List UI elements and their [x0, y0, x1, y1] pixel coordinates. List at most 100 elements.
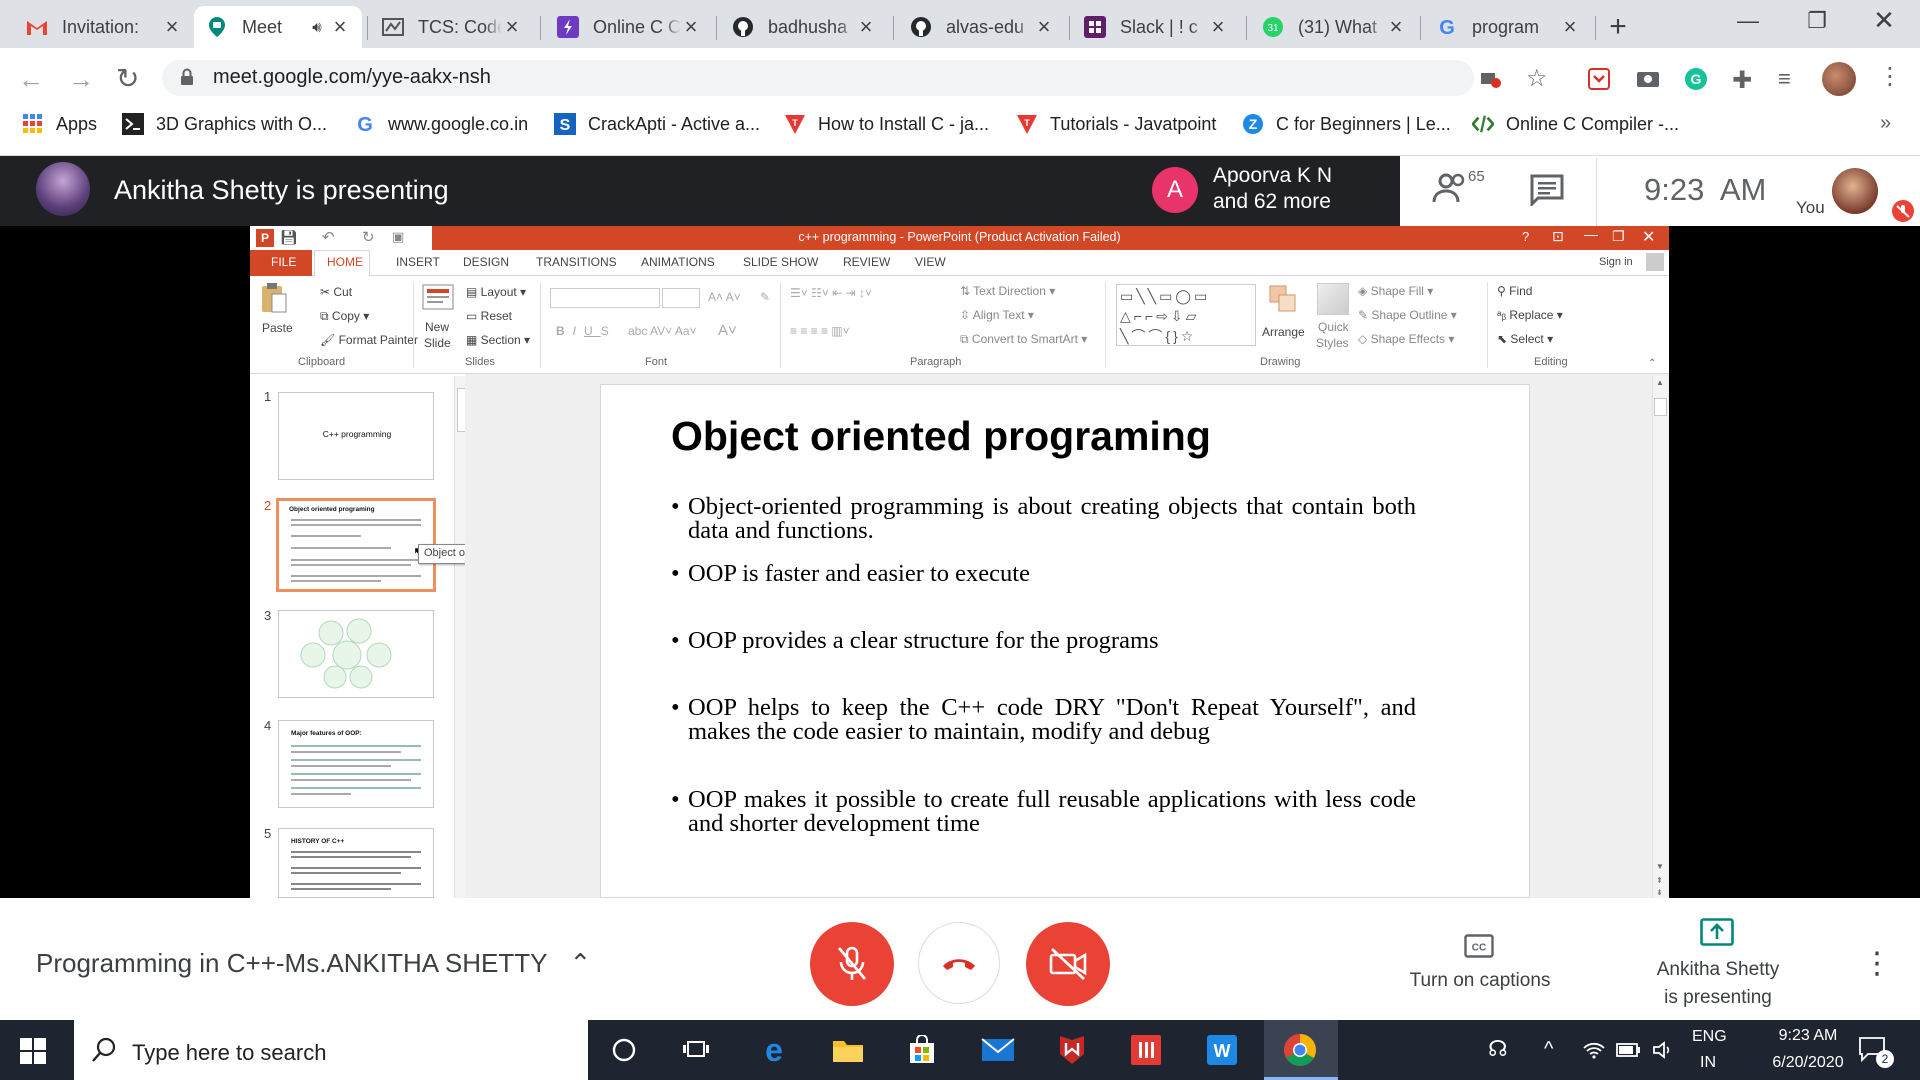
- layout-button[interactable]: ▤ Layout ▾: [466, 285, 526, 299]
- font-color-icon[interactable]: A˅: [718, 322, 737, 339]
- pocket-extension-icon[interactable]: [1588, 68, 1610, 90]
- quick-styles-label[interactable]: Quick: [1318, 320, 1349, 334]
- taskbar-time[interactable]: 9:23 AM: [1752, 1027, 1864, 1045]
- browser-tab-meet[interactable]: Meet 🔊︎ ×: [194, 6, 362, 48]
- browser-tab-google-program[interactable]: G program ×: [1424, 6, 1592, 48]
- people-icon[interactable]: [1432, 170, 1472, 206]
- scroll-down-icon[interactable]: ▼: [1656, 862, 1664, 871]
- screenshot-extension-icon[interactable]: [1636, 68, 1660, 88]
- slide-thumbnail-2[interactable]: Object oriented programing: [276, 498, 436, 592]
- menu-tab-home[interactable]: HOME: [327, 255, 363, 269]
- align-icons[interactable]: ≡ ≡ ≡ ≡ ▥˅: [790, 324, 850, 338]
- help-icon[interactable]: ?: [1522, 229, 1529, 244]
- browser-tab-whatsapp[interactable]: 31 (31) What ×: [1250, 6, 1418, 48]
- chat-icon[interactable]: [1530, 174, 1564, 206]
- replace-button[interactable]: ᵃᵦ Replace ▾: [1497, 308, 1563, 322]
- shape-outline-button[interactable]: ✎ Shape Outline ▾: [1358, 308, 1457, 322]
- account-icon[interactable]: [1646, 253, 1664, 271]
- grow-font-icon[interactable]: A˄ A˅: [708, 290, 741, 304]
- more-options-icon[interactable]: ⋮: [1862, 946, 1892, 981]
- bookmark-crackapti[interactable]: S CrackApti - Active a...: [554, 113, 760, 135]
- wifi-icon[interactable]: [1582, 1040, 1606, 1060]
- next-slide-icon[interactable]: ⇟: [1656, 888, 1663, 897]
- convert-smartart-button[interactable]: ⧉ Convert to SmartArt ▾: [960, 332, 1087, 347]
- language-line-1[interactable]: ENG: [1692, 1028, 1727, 1046]
- browser-menu-icon[interactable]: ⋮: [1878, 62, 1902, 91]
- presenting-status-button[interactable]: Ankitha Shetty is presenting: [1634, 956, 1802, 1012]
- new-slide-label-2[interactable]: Slide: [424, 336, 451, 350]
- language-line-2[interactable]: IN: [1700, 1054, 1716, 1072]
- new-slide-label[interactable]: New: [425, 320, 449, 334]
- mail-icon[interactable]: [980, 1032, 1016, 1068]
- sign-in-link[interactable]: Sign in: [1599, 256, 1633, 268]
- show-hidden-icons[interactable]: ^: [1544, 1038, 1553, 1061]
- close-icon[interactable]: ×: [856, 14, 876, 40]
- close-icon[interactable]: ×: [330, 14, 350, 40]
- reset-button[interactable]: ▭ Reset: [466, 309, 512, 323]
- task-view-icon[interactable]: [678, 1032, 714, 1068]
- browser-tab-online-c[interactable]: Online C C ×: [545, 6, 713, 48]
- present-screen-icon[interactable]: [1700, 918, 1734, 946]
- microsoft-store-icon[interactable]: [904, 1032, 940, 1068]
- slide-thumbnail-3[interactable]: [278, 610, 434, 698]
- grammarly-icon[interactable]: G: [1684, 67, 1708, 91]
- close-icon[interactable]: ×: [1208, 14, 1228, 40]
- camera-blocked-icon[interactable]: [1480, 68, 1502, 88]
- font-style-buttons[interactable]: BIUS: [556, 324, 617, 338]
- shape-fill-button[interactable]: ◈ Shape Fill ▾: [1358, 284, 1433, 298]
- arrange-button[interactable]: Arrange: [1262, 325, 1305, 339]
- menu-tab-slide-show[interactable]: SLIDE SHOW: [743, 255, 818, 269]
- character-spacing-icon[interactable]: abc AV˅ Aa˅: [628, 324, 697, 338]
- browser-tab-github-alvas[interactable]: alvas-edu ×: [898, 6, 1066, 48]
- close-window-button[interactable]: ✕: [1864, 5, 1904, 36]
- select-button[interactable]: ⬉ Select ▾: [1497, 332, 1553, 346]
- close-icon[interactable]: ×: [162, 14, 182, 40]
- cut-button[interactable]: ✂ Cut: [320, 285, 352, 299]
- close-icon[interactable]: ×: [1560, 14, 1580, 40]
- shape-effects-button[interactable]: ◇ Shape Effects ▾: [1358, 332, 1454, 346]
- slide-thumbnail-1[interactable]: C++ programming: [278, 392, 434, 480]
- menu-tab-review[interactable]: REVIEW: [843, 255, 890, 269]
- restore-button[interactable]: ❐: [1797, 8, 1837, 34]
- ppt-restore-button[interactable]: ❐: [1612, 228, 1625, 245]
- paste-icon[interactable]: [260, 282, 288, 314]
- slide-thumbnail-4[interactable]: Major features of OOP:: [278, 720, 434, 808]
- bookmark-google[interactable]: Gwww.google.co.in: [354, 113, 528, 136]
- quick-styles-label-2[interactable]: Styles: [1316, 336, 1349, 350]
- people-taskbar-icon[interactable]: ☊: [1488, 1036, 1508, 1062]
- clear-format-icon[interactable]: ✎: [760, 290, 770, 304]
- text-direction-button[interactable]: ⇅ Text Direction ▾: [960, 284, 1055, 298]
- section-button[interactable]: ▦ Section ▾: [466, 333, 530, 347]
- bookmark-apps[interactable]: Apps: [22, 113, 97, 135]
- reload-button[interactable]: ↻: [116, 62, 139, 95]
- edge-icon[interactable]: e: [756, 1032, 792, 1068]
- browser-tab-slack[interactable]: Slack | ! c ×: [1072, 6, 1240, 48]
- file-explorer-icon[interactable]: [830, 1032, 866, 1068]
- taskbar-date[interactable]: 6/20/2020: [1752, 1054, 1864, 1072]
- speaker-icon[interactable]: 🔊︎: [304, 19, 330, 36]
- align-text-button[interactable]: ⇳ Align Text ▾: [960, 308, 1034, 322]
- menu-tab-animations[interactable]: ANIMATIONS: [641, 255, 715, 269]
- bookmark-install-c[interactable]: T How to Install C - ja...: [784, 113, 989, 135]
- copy-button[interactable]: ⧉ Copy ▾: [320, 309, 369, 324]
- ppt-close-button[interactable]: ✕: [1642, 227, 1655, 247]
- new-tab-button[interactable]: +: [1601, 10, 1635, 44]
- bullets-icon[interactable]: ☰˅ ☷˅ ⇤ ⇥ ↕˅: [790, 286, 872, 300]
- paste-button[interactable]: Paste: [262, 321, 293, 335]
- forward-button[interactable]: →: [68, 64, 94, 95]
- slide-title[interactable]: Object oriented programing: [671, 413, 1211, 460]
- font-name-field[interactable]: [550, 288, 660, 308]
- bookmark-star-icon[interactable]: ☆: [1526, 64, 1548, 93]
- close-icon[interactable]: ×: [502, 14, 522, 40]
- cortana-icon[interactable]: [606, 1032, 642, 1068]
- menu-tab-transitions[interactable]: TRANSITIONS: [536, 255, 617, 269]
- scroll-up-icon[interactable]: ▲: [1656, 378, 1664, 387]
- quick-styles-icon[interactable]: [1317, 283, 1349, 315]
- word-icon[interactable]: W: [1204, 1032, 1240, 1068]
- app-red-icon[interactable]: [1128, 1032, 1164, 1068]
- slide-body[interactable]: • Object-oriented programming is about cr…: [651, 494, 1441, 895]
- captions-button[interactable]: Turn on captions: [1402, 970, 1558, 992]
- menu-tab-view[interactable]: VIEW: [915, 255, 946, 269]
- close-icon[interactable]: ×: [1386, 14, 1406, 40]
- battery-icon[interactable]: [1616, 1042, 1642, 1058]
